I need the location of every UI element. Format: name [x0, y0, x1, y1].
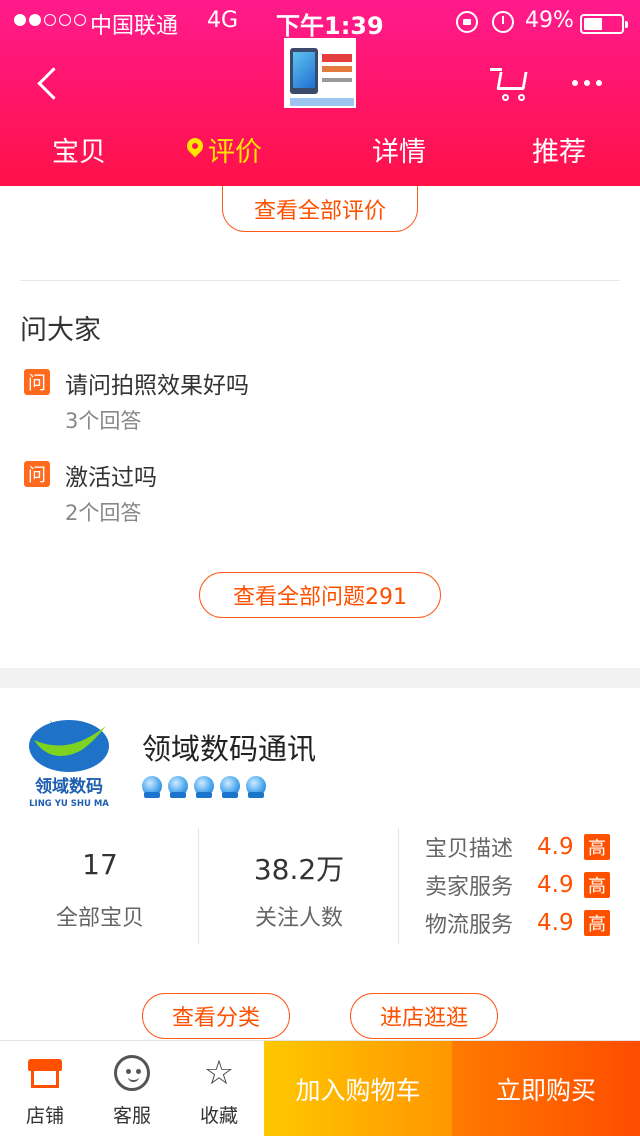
section-separator: [0, 668, 640, 688]
enter-shop-button[interactable]: 进店逛逛: [350, 993, 498, 1039]
favorite-button-label: 收藏: [199, 1105, 238, 1127]
product-tabs: 宝贝 评价 详情 推荐: [0, 126, 640, 176]
carrier-name: 中国联通: [90, 14, 179, 39]
product-thumbnail[interactable]: [284, 38, 356, 108]
score-row-service: 卖家服务 4.9 高: [425, 870, 610, 900]
ask-section-title: 问大家: [20, 315, 101, 346]
tab-reviews[interactable]: 评价: [186, 130, 262, 169]
crown-icon: [192, 774, 216, 800]
score-tag: 高: [584, 872, 610, 898]
tab-label: 详情: [372, 137, 426, 168]
divider: [398, 828, 399, 944]
clock: 下午1:39: [276, 12, 384, 40]
score-value: 4.9: [537, 910, 574, 936]
top-header: 中国联通 4G 下午1:39 49% 宝贝 评价 详情 推荐: [0, 0, 640, 186]
bottom-action-bar: 店铺 客服 ☆ 收藏 加入购物车 立即购买: [0, 1040, 640, 1136]
logo-text: 领域数码: [35, 776, 103, 797]
buy-now-button[interactable]: 立即购买: [452, 1041, 640, 1136]
shop-logo[interactable]: 领域数码 LING YU SHU MA: [20, 712, 118, 810]
crown-icon: [218, 774, 242, 800]
tab-label: 宝贝: [52, 137, 106, 168]
divider: [198, 828, 199, 944]
shop-name[interactable]: 领域数码通讯: [142, 726, 316, 768]
score-tag: 高: [584, 910, 610, 936]
logo-subtext: LING YU SHU MA: [29, 799, 109, 809]
score-value: 4.9: [537, 872, 574, 898]
score-row-description: 宝贝描述 4.9 高: [425, 832, 610, 862]
tab-item[interactable]: 宝贝: [52, 130, 106, 169]
chat-face-icon: [114, 1055, 150, 1091]
status-bar: 中国联通 4G 下午1:39 49%: [0, 6, 640, 40]
tab-recommend[interactable]: 推荐: [532, 130, 586, 169]
crown-icon: [166, 774, 190, 800]
add-to-cart-button[interactable]: 加入购物车: [264, 1041, 452, 1136]
answer-count: 2个回答: [65, 501, 142, 525]
store-icon: [27, 1055, 63, 1091]
more-icon[interactable]: [572, 80, 602, 86]
score-label: 卖家服务: [425, 875, 514, 900]
total-items-label: 全部宝贝: [55, 906, 144, 931]
score-row-logistics: 物流服务 4.9 高: [425, 908, 610, 938]
followers-label: 关注人数: [254, 906, 343, 931]
shop-button[interactable]: 店铺: [2, 1041, 88, 1136]
location-pin-icon: [186, 138, 204, 162]
question-text: 请问拍照效果好吗: [65, 373, 249, 399]
tab-details[interactable]: 详情: [372, 130, 426, 169]
crown-icon: [244, 774, 268, 800]
favorite-button[interactable]: ☆ 收藏: [176, 1041, 262, 1136]
customer-service-button[interactable]: 客服: [89, 1041, 175, 1136]
tab-label: 评价: [208, 137, 262, 168]
question-badge: 问: [24, 369, 50, 395]
star-icon: ☆: [203, 1053, 235, 1093]
score-value: 4.9: [537, 834, 574, 860]
shop-button-label: 店铺: [25, 1105, 64, 1127]
score-label: 宝贝描述: [425, 837, 514, 862]
total-items-count[interactable]: 17: [10, 848, 190, 881]
view-all-questions-button[interactable]: 查看全部问题291: [199, 572, 441, 618]
signal-icon: [14, 14, 86, 26]
answer-count: 3个回答: [65, 409, 142, 433]
question-badge: 问: [24, 461, 50, 487]
cart-icon[interactable]: [490, 64, 534, 104]
tab-label: 推荐: [532, 137, 586, 168]
battery-icon: [580, 14, 628, 34]
question-text: 激活过吗: [65, 465, 157, 491]
alarm-icon: [492, 11, 514, 33]
battery-percent: 49%: [525, 8, 574, 33]
view-categories-button[interactable]: 查看分类: [142, 993, 290, 1039]
shop-stats: 17 全部宝贝 38.2万 关注人数 宝贝描述 4.9 高 卖家服务 4.9 高…: [0, 828, 640, 944]
score-tag: 高: [584, 834, 610, 860]
followers-count: 38.2万: [253, 853, 345, 886]
rotation-lock-icon: [456, 11, 478, 33]
back-icon[interactable]: [28, 64, 68, 104]
network-type: 4G: [207, 8, 239, 33]
crown-icon: [140, 774, 164, 800]
score-label: 物流服务: [425, 913, 514, 938]
view-all-reviews-button[interactable]: 查看全部评价: [222, 186, 418, 232]
shop-rating-crowns: [140, 774, 268, 800]
service-button-label: 客服: [112, 1105, 151, 1127]
divider: [20, 280, 620, 281]
